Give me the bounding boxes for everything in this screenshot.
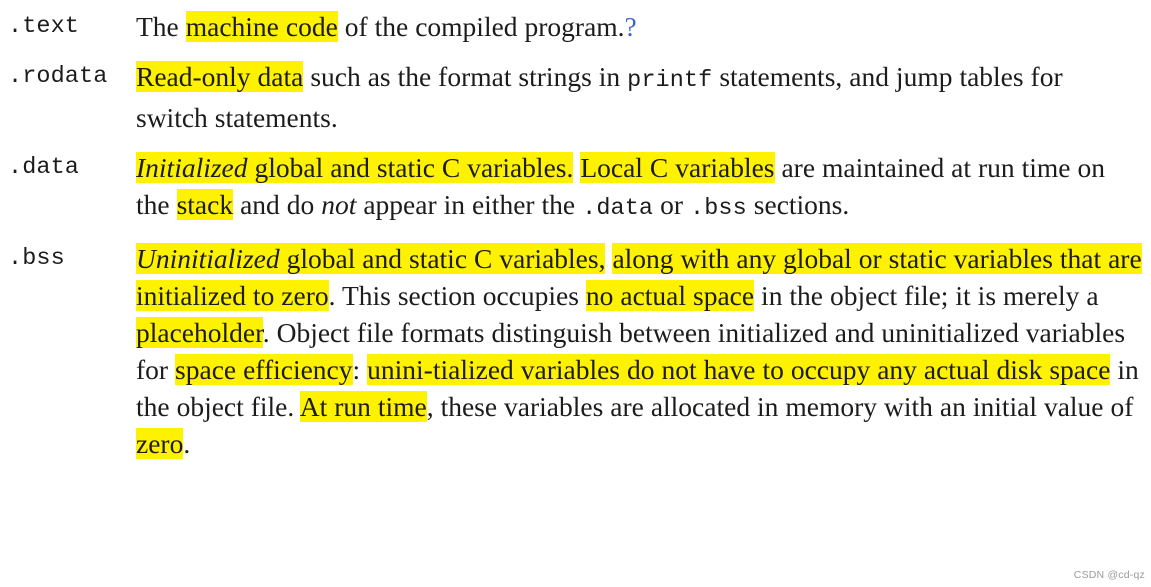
italic-uninitialized: Uninitialized (136, 243, 280, 274)
italic-not: not (321, 189, 357, 220)
highlight-space-efficiency: space efficiency (175, 354, 353, 385)
section-entry-text: .text The machine code of the compiled p… (8, 8, 1145, 46)
code-printf: printf (627, 67, 713, 94)
highlight-initialized-clause: Initialized global and static C variable… (136, 152, 574, 183)
highlight-local-c-variables: Local C variables (580, 152, 775, 183)
text-tail: of the compiled program. (337, 11, 625, 42)
section-description-text: The machine code of the compiled program… (136, 8, 1145, 46)
data-mid-4: or (653, 189, 690, 220)
section-description-data: Initialized global and static C variable… (136, 149, 1145, 227)
highlight-uninitialized-clause: Uninitialized global and static C variab… (136, 243, 606, 274)
bss-period: . (183, 428, 191, 459)
bss-mid-5: , these variables are allocated in memor… (426, 391, 1134, 422)
section-entry-data: .data Initialized global and static C va… (8, 149, 1145, 227)
highlight-at-run-time: At run time (299, 391, 427, 422)
section-label-data: .data (8, 154, 80, 181)
text-lead: The (136, 11, 186, 42)
section-entry-rodata: .rodata Read-only data such as the forma… (8, 58, 1145, 136)
section-entry-bss: .bss Uninitialized global and static C v… (8, 240, 1145, 462)
bss-mid-2: in the object file; it is merely a (754, 280, 1099, 311)
section-description-bss: Uninitialized global and static C variab… (136, 240, 1145, 462)
highlight-no-actual-space: no actual space (585, 280, 755, 311)
question-marker: ? (624, 12, 637, 42)
rodata-mid: such as the format strings in (303, 61, 628, 92)
watermark: CSDN @cd-qz (1073, 569, 1145, 581)
code-dot-bss: .bss (690, 195, 747, 222)
data-mid-2: and do (233, 189, 322, 220)
bss-colon: : (352, 354, 368, 385)
data-hl-rest: global and static C variables. (247, 152, 574, 183)
highlight-stack: stack (176, 189, 234, 220)
highlight-unini-hyphen: unini- (367, 354, 433, 385)
document-body: .text The machine code of the compiled p… (0, 0, 1151, 475)
highlight-placeholder: placeholder (136, 317, 263, 348)
bss-mid-1: . This section occupies (328, 280, 586, 311)
code-dot-data: .data (582, 195, 654, 222)
highlight-zero: zero (136, 428, 184, 459)
italic-initialized: Initialized (136, 152, 248, 183)
bss-hl-rest: global and static C variables, (279, 243, 606, 274)
data-mid-3: appear in either the (356, 189, 583, 220)
data-tail: sections. (746, 189, 850, 220)
section-label-text: .text (8, 13, 80, 40)
section-label-bss: .bss (8, 245, 65, 272)
highlight-read-only-data: Read-only data (136, 61, 304, 92)
highlight-machine-code: machine code (185, 11, 338, 42)
section-label-rodata: .rodata (8, 63, 108, 90)
section-description-rodata: Read-only data such as the format string… (136, 58, 1141, 136)
highlight-tialized-variables-disk-space: tialized variables do not have to occupy… (432, 354, 1111, 385)
